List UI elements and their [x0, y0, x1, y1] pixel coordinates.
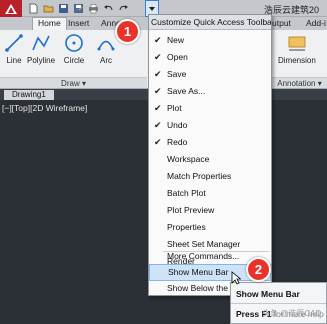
menu-item-label: More Commands...	[167, 251, 240, 261]
menu-item-plot-preview[interactable]: Plot Preview	[149, 202, 271, 219]
menu-item-batch-plot[interactable]: Batch Plot	[149, 185, 271, 202]
tab-add-ins[interactable]: Add-i	[306, 17, 326, 30]
menu-item-label: Workspace	[167, 154, 210, 164]
menu-item-match-properties[interactable]: Match Properties	[149, 168, 271, 185]
open-folder-icon[interactable]	[41, 1, 55, 15]
undo-icon[interactable]	[101, 1, 115, 15]
customize-qat-menu: Customize Quick Access Toolbar ✔ New ✔ Ope…	[148, 14, 272, 296]
menu-item-new[interactable]: ✔ New	[149, 32, 271, 49]
app-logo-icon	[5, 3, 17, 14]
tab-output[interactable]: utput	[272, 17, 291, 30]
menu-item-label: Show Below the R	[167, 283, 237, 293]
viewport-controls-label[interactable]: [−][Top][2D Wireframe]	[2, 103, 87, 113]
checkmark-icon: ✔	[154, 35, 162, 45]
menu-item-label: Plot	[167, 103, 182, 113]
polyline-tool-button[interactable]: Polyline	[27, 32, 55, 65]
menu-item-undo[interactable]: ✔ Undo	[149, 117, 271, 134]
tab-insert[interactable]: Insert	[68, 17, 89, 30]
checkmark-icon: ✔	[154, 103, 162, 113]
draw-panel-title[interactable]: Draw ▾	[0, 77, 147, 88]
arc-icon	[97, 40, 115, 51]
document-tab-drawing1[interactable]: Drawing1	[4, 90, 54, 100]
dimension-icon	[288, 36, 306, 51]
new-file-icon[interactable]	[26, 1, 40, 15]
menu-header: Customize Quick Access Toolbar	[149, 15, 271, 30]
checkmark-icon: ✔	[154, 120, 162, 130]
line-tool-button[interactable]: Line	[3, 32, 25, 65]
mouse-cursor-icon	[231, 271, 241, 285]
line-icon	[5, 34, 23, 52]
menu-item-label: Properties	[167, 222, 206, 232]
line-tool-label: Line	[6, 56, 22, 65]
menu-item-label: Open	[167, 52, 188, 62]
polyline-tool-label: Polyline	[27, 56, 56, 65]
callout-badge-2: 2	[246, 257, 271, 282]
checkmark-icon: ✔	[154, 52, 162, 62]
window-title: 浩辰云建筑20	[264, 5, 320, 15]
quick-access-toolbar	[26, 1, 130, 15]
save-as-icon[interactable]	[71, 1, 85, 15]
circle-tool-button[interactable]: Circle	[63, 32, 85, 65]
menu-item-save-as[interactable]: ✔ Save As...	[149, 83, 271, 100]
menu-item-open[interactable]: ✔ Open	[149, 49, 271, 66]
tooltip-title: Show Menu Bar	[236, 289, 300, 299]
menu-item-label: Plot Preview	[167, 205, 215, 215]
polyline-icon	[32, 35, 50, 51]
menu-item-properties[interactable]: Properties	[149, 219, 271, 236]
dimension-tool-button[interactable]: Dimension	[278, 32, 316, 65]
application-menu-button[interactable]	[0, 0, 22, 17]
tooltip-divider	[231, 303, 326, 304]
menu-item-save[interactable]: ✔ Save	[149, 66, 271, 83]
tab-home[interactable]: Home	[32, 17, 67, 30]
menu-item-label: Show Menu Bar	[168, 267, 229, 277]
plot-icon[interactable]	[86, 1, 100, 15]
arc-tool-button[interactable]: Arc	[95, 32, 117, 65]
menu-item-workspace[interactable]: Workspace	[149, 151, 271, 168]
checkmark-icon: ✔	[154, 86, 162, 96]
dimension-tool-label: Dimension	[278, 56, 316, 65]
arc-tool-label: Arc	[100, 56, 112, 65]
menu-item-label: Batch Plot	[167, 188, 206, 198]
menu-item-label: New	[167, 35, 185, 45]
menu-item-label: Match Properties	[167, 171, 232, 181]
circle-icon	[65, 34, 83, 52]
menu-item-label: Undo	[167, 120, 188, 130]
menu-item-label: Save As...	[167, 86, 206, 96]
callout-badge-1: 1	[115, 19, 140, 44]
save-icon[interactable]	[56, 1, 70, 15]
redo-icon[interactable]	[116, 1, 130, 15]
circle-tool-label: Circle	[63, 56, 85, 65]
menu-item-label: Save	[167, 69, 187, 79]
menu-item-plot[interactable]: ✔ Plot	[149, 100, 271, 117]
annotation-panel-title[interactable]: Annotation ▾	[272, 77, 327, 88]
watermark-text: 头条 @浩辰CAD	[262, 309, 322, 318]
menu-item-label: Redo	[167, 137, 188, 147]
chevron-down-icon	[149, 6, 155, 11]
menu-item-redo[interactable]: ✔ Redo	[149, 134, 271, 151]
checkmark-icon: ✔	[154, 69, 162, 79]
checkmark-icon: ✔	[154, 137, 162, 147]
